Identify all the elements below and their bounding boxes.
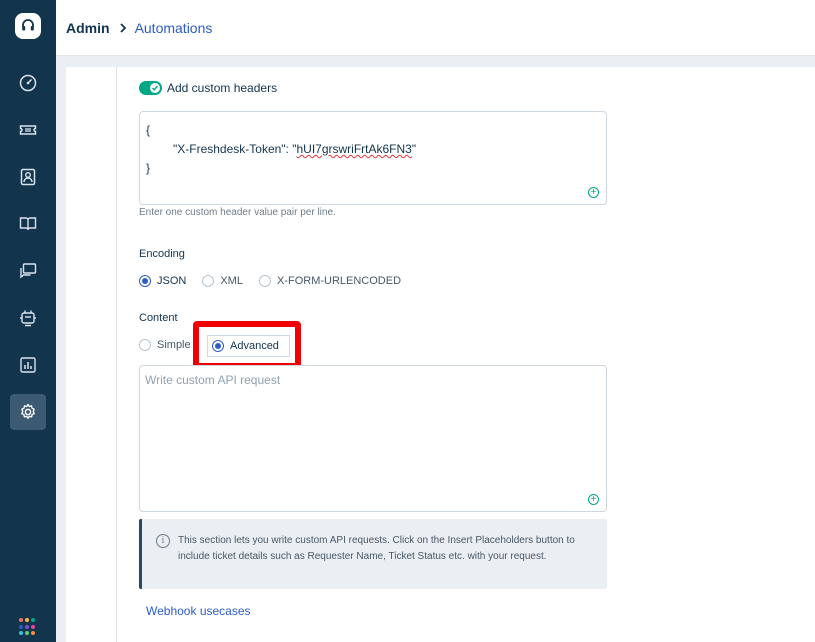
apps-dot	[31, 618, 35, 622]
sidebar	[0, 0, 56, 642]
chevron-right-icon	[119, 22, 127, 33]
webhook-usecases-link[interactable]: Webhook usecases	[146, 604, 251, 618]
advanced-radio-wrap: Advanced	[212, 340, 279, 352]
encoding-radio-json[interactable]: JSON	[139, 275, 186, 287]
radio-empty-icon	[202, 275, 215, 287]
header-key: "X-Freshdesk-Token": "	[173, 142, 297, 156]
breadcrumb-automations[interactable]: Automations	[135, 20, 213, 36]
discussions-icon[interactable]	[10, 253, 46, 289]
headers-line-close: }	[146, 161, 151, 175]
header-value: hUI7grswriFrtAk6FN3	[296, 142, 412, 156]
apps-grid-icon[interactable]	[19, 618, 37, 636]
insert-placeholder-plus-icon[interactable]: +	[588, 187, 599, 198]
solutions-icon[interactable]	[10, 206, 46, 242]
radio-empty-icon	[139, 339, 151, 351]
custom-headers-toggle-row: Add custom headers	[139, 81, 277, 95]
custom-headers-toggle[interactable]	[139, 81, 162, 95]
custom-headers-textarea[interactable]: { "X-Freshdesk-Token": "hUI7grswriFrtAk6…	[139, 111, 607, 205]
encoding-option-xml: XML	[220, 275, 243, 287]
freshdesk-logo-icon[interactable]	[15, 13, 41, 39]
check-icon	[150, 83, 160, 93]
apps-dot	[25, 618, 29, 622]
api-request-textarea[interactable]: Write custom API request +	[139, 365, 607, 512]
dashboard-icon[interactable]	[10, 65, 46, 101]
encoding-radio-form-urlencoded[interactable]: X-FORM-URLENCODED	[258, 275, 402, 287]
info-text: This section lets you write custom API r…	[178, 535, 575, 562]
content-radio-simple[interactable]: Simple	[139, 339, 191, 351]
apps-dot	[19, 618, 23, 622]
radio-selected-icon	[139, 275, 151, 287]
content-option-simple: Simple	[157, 339, 191, 351]
custom-headers-hint: Enter one custom header value pair per l…	[139, 207, 336, 218]
content-option-advanced: Advanced	[230, 340, 279, 352]
headers-line-open: {	[146, 123, 151, 137]
top-header: Admin Automations	[56, 0, 815, 56]
reports-icon[interactable]	[10, 347, 46, 383]
insert-placeholder-plus-icon[interactable]: +	[588, 494, 599, 505]
content-radio-advanced[interactable]: Advanced	[207, 335, 290, 357]
apps-dot	[31, 624, 35, 629]
apps-dot	[31, 631, 35, 636]
apps-dot	[19, 624, 23, 629]
left-panel	[66, 67, 116, 642]
encoding-label: Encoding	[139, 248, 185, 260]
header-close: "	[411, 142, 417, 156]
info-icon: i	[156, 534, 170, 548]
headers-line-token: "X-Freshdesk-Token": "hUI7grswriFrtAk6FN…	[146, 140, 600, 159]
encoding-option-json: JSON	[157, 275, 187, 287]
freddy-icon[interactable]	[10, 300, 46, 336]
contacts-icon[interactable]	[10, 159, 46, 195]
breadcrumb-admin[interactable]: Admin	[66, 20, 110, 36]
apps-dot	[25, 631, 29, 636]
content-label: Content	[139, 312, 178, 324]
admin-gear-icon[interactable]	[10, 394, 46, 430]
encoding-radio-xml[interactable]: XML	[202, 275, 243, 287]
tickets-icon[interactable]	[10, 112, 46, 148]
custom-headers-label: Add custom headers	[167, 81, 278, 95]
radio-empty-icon	[258, 275, 271, 287]
apps-dot	[19, 631, 23, 636]
encoding-option-form: X-FORM-URLENCODED	[276, 275, 402, 287]
info-callout: i This section lets you write custom API…	[139, 519, 607, 589]
api-request-placeholder: Write custom API request	[145, 373, 281, 387]
encoding-radio-group: JSON XML X-FORM-URLENCODED	[139, 275, 417, 287]
radio-selected-icon	[212, 340, 224, 352]
apps-dot	[25, 624, 29, 629]
